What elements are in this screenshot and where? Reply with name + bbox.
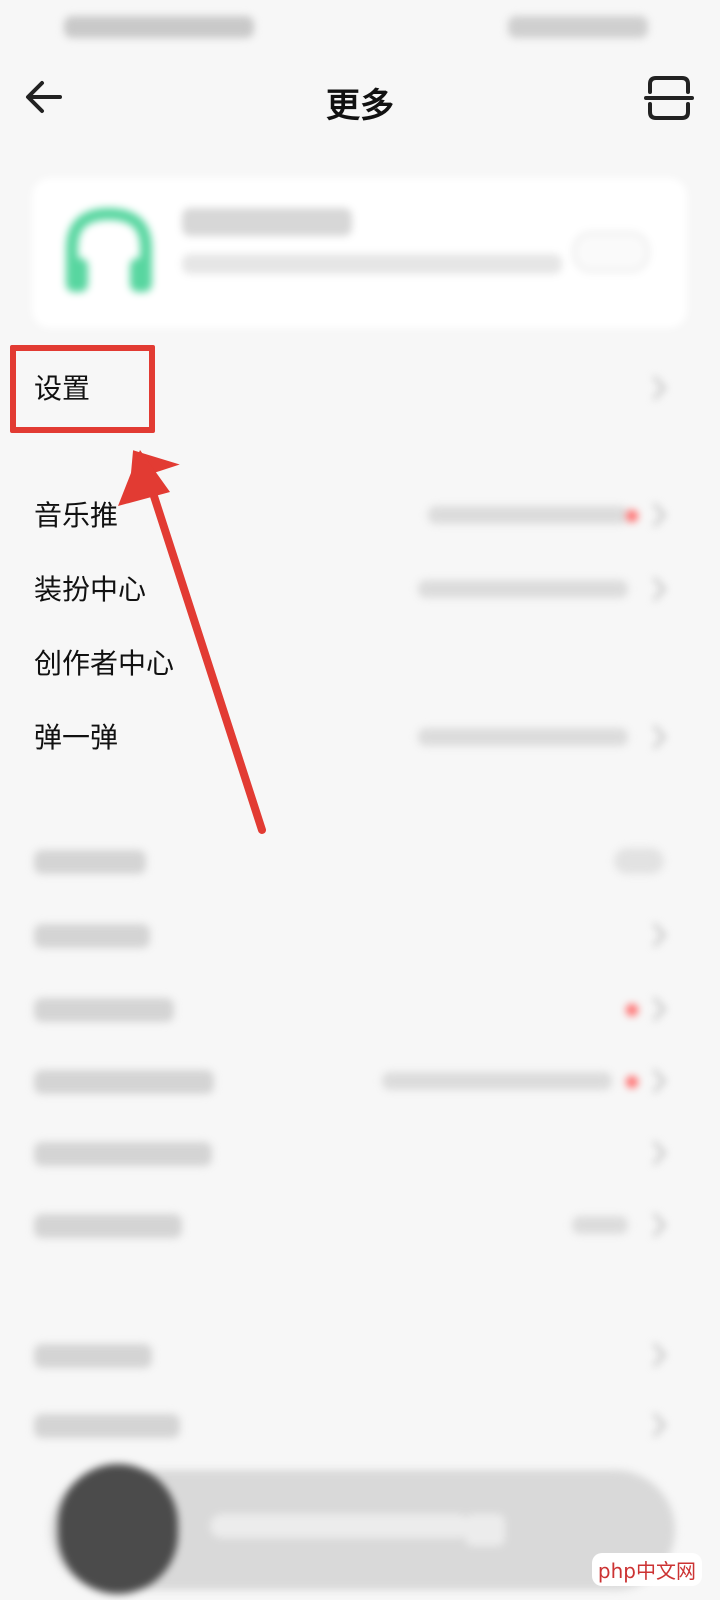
menu-row-blurred[interactable] [0, 1322, 720, 1388]
chevron-right-icon [652, 1068, 667, 1094]
promo-action-button[interactable] [573, 232, 649, 272]
chevron-right-icon [652, 724, 667, 750]
chevron-right-icon [652, 996, 667, 1022]
menu-item-label [34, 1344, 152, 1368]
nav-bar: 更多 [0, 56, 720, 140]
toggle-pill[interactable] [614, 848, 664, 874]
menu-item-value [428, 506, 628, 524]
menu-item-value [572, 1216, 628, 1234]
menu-row-creator-center[interactable]: 创作者中心 [0, 630, 720, 696]
menu-item-label: 创作者中心 [34, 647, 175, 680]
chevron-right-icon [652, 1342, 667, 1368]
promo-subtitle [182, 254, 562, 274]
menu-item-label [34, 924, 150, 948]
red-dot-badge [626, 1004, 638, 1016]
menu-row-dress-up-center[interactable]: 装扮中心 [0, 556, 720, 622]
chevron-right-icon [652, 1140, 667, 1166]
chevron-right-icon [652, 576, 667, 602]
menu-item-label [34, 1214, 182, 1238]
menu-item-label [34, 1142, 212, 1166]
menu-row-blurred[interactable] [0, 1120, 720, 1186]
chevron-right-icon [652, 1212, 667, 1238]
watermark: php中文网 [591, 1553, 702, 1586]
menu-item-label: 音乐推 [34, 499, 119, 532]
menu-row-music-push[interactable]: 音乐推 [0, 482, 720, 548]
scan-button[interactable] [644, 74, 694, 122]
menu-row-tan-yi-tan[interactable]: 弹一弹 [0, 704, 720, 770]
status-bar [0, 0, 720, 56]
menu-item-label [34, 998, 174, 1022]
menu-row-blurred[interactable] [0, 902, 720, 968]
chevron-right-icon [652, 375, 667, 401]
play-button[interactable] [465, 1514, 505, 1546]
headphones-icon [66, 207, 152, 292]
chevron-right-icon [652, 502, 667, 528]
menu-row-blurred[interactable] [0, 828, 720, 894]
scan-icon [644, 76, 694, 120]
chevron-right-icon [652, 1412, 667, 1438]
page-title: 更多 [326, 86, 394, 126]
menu-row-blurred[interactable] [0, 1392, 720, 1458]
status-icons [508, 16, 648, 38]
album-cover[interactable] [58, 1464, 178, 1594]
menu-row-blurred[interactable] [0, 1048, 720, 1114]
promo-card[interactable] [32, 178, 687, 328]
promo-title [182, 208, 352, 236]
chevron-right-icon [652, 922, 667, 948]
status-time [64, 16, 254, 38]
menu-item-label [34, 1070, 214, 1094]
menu-item-label [34, 850, 146, 874]
red-dot-badge [626, 510, 638, 522]
now-playing-text [210, 1514, 470, 1538]
highlight-box-annotation [10, 345, 155, 433]
menu-row-blurred[interactable] [0, 976, 720, 1042]
menu-item-value [382, 1072, 612, 1090]
menu-item-label [34, 1414, 180, 1438]
menu-item-label: 装扮中心 [34, 573, 147, 606]
menu-item-value [418, 580, 628, 598]
red-dot-badge [626, 1076, 638, 1088]
mini-player-bar[interactable] [50, 1464, 675, 1594]
menu-item-label: 弹一弹 [34, 721, 119, 754]
menu-item-value [418, 728, 628, 746]
menu-row-blurred[interactable] [0, 1192, 720, 1258]
